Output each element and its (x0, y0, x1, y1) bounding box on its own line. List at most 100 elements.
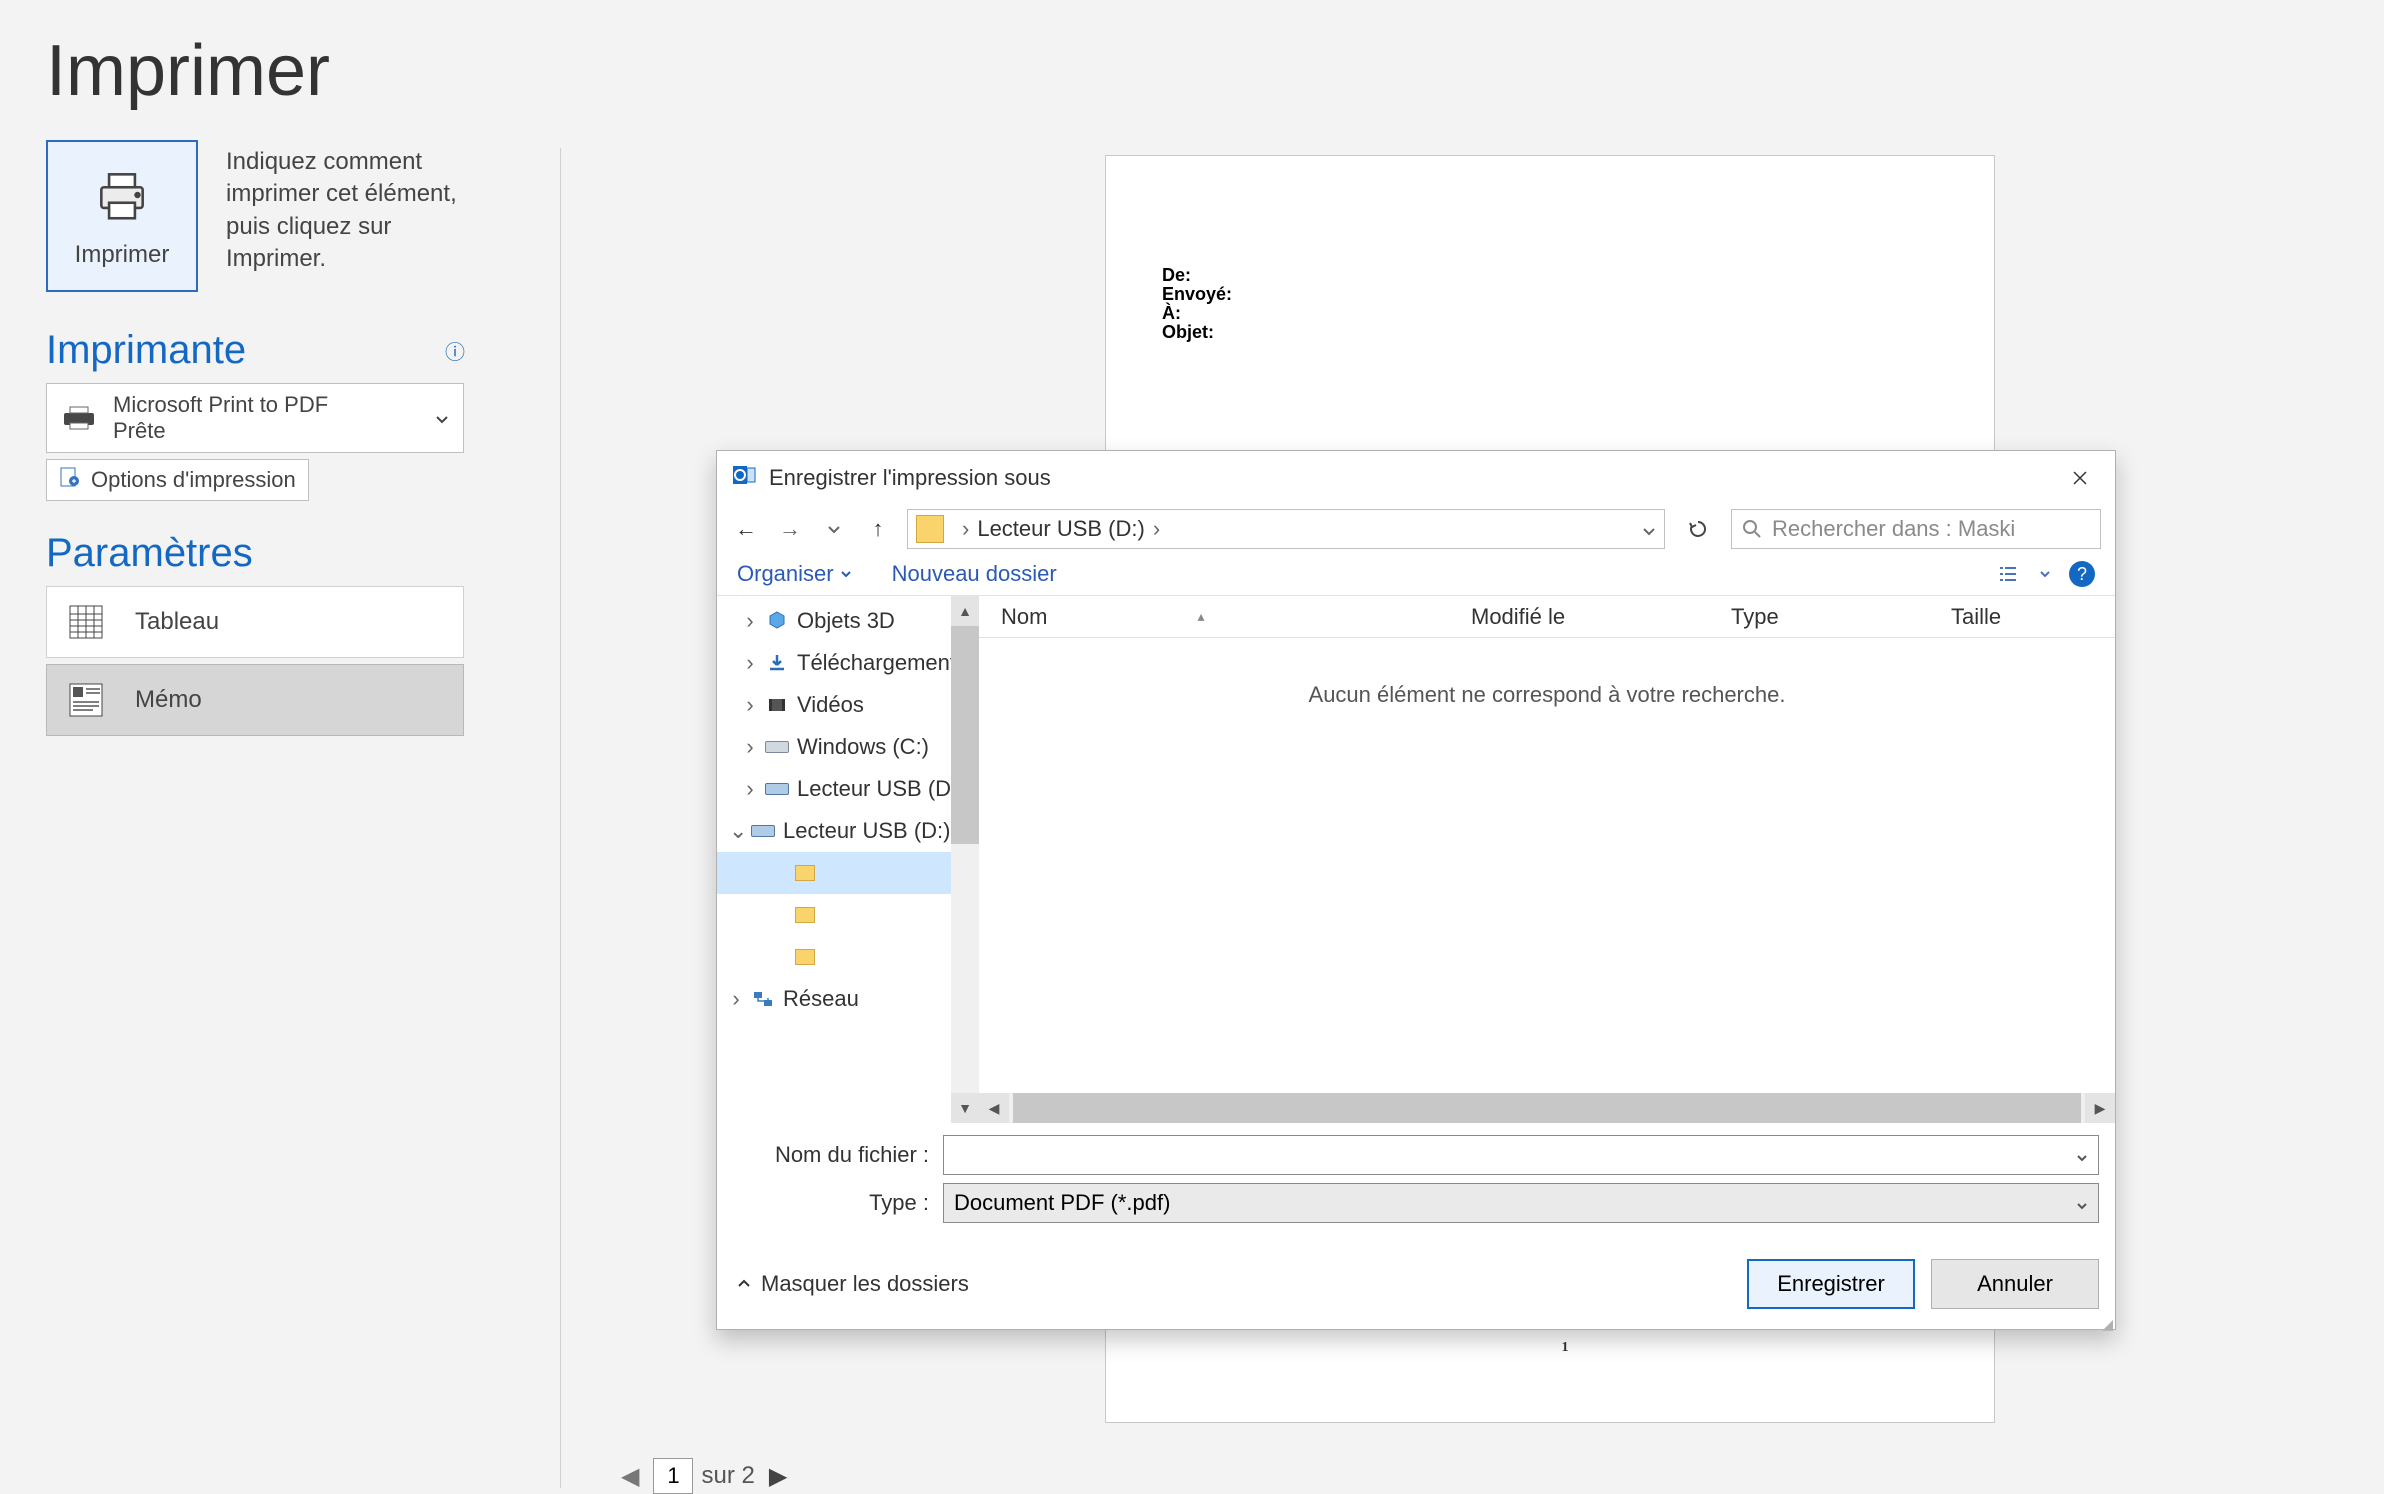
tree-expand-icon[interactable]: › (743, 650, 757, 676)
tree-expand-icon[interactable]: › (743, 776, 757, 802)
cancel-button[interactable]: Annuler (1931, 1259, 2099, 1309)
folder-icon (916, 515, 944, 543)
dropdown-arrow-icon (435, 412, 449, 430)
panel-separator (560, 148, 561, 1488)
tree-item[interactable]: › Lecteur USB (D:) (717, 768, 979, 810)
page-total-label: sur 2 (701, 1462, 754, 1490)
nav-back-button[interactable]: ← (731, 514, 761, 544)
tree-item[interactable] (717, 936, 979, 978)
help-button[interactable]: ? (2069, 561, 2095, 587)
settings-item-label: Tableau (135, 608, 219, 636)
tree-expand-icon[interactable]: › (743, 608, 757, 634)
scroll-left-button[interactable]: ◀ (979, 1093, 1009, 1123)
selected-printer-name: Microsoft Print to PDF (113, 392, 328, 418)
selected-printer-status: Prête (113, 418, 328, 444)
tree-expand-icon[interactable]: › (743, 734, 757, 760)
close-button[interactable] (2059, 461, 2101, 495)
tree-item[interactable]: › Téléchargements (717, 642, 979, 684)
preview-from-label: De: (1162, 266, 1968, 284)
empty-state-text: Aucun élément ne correspond à votre rech… (979, 682, 2115, 708)
next-page-button[interactable]: ▶ (763, 1462, 793, 1491)
tree-item[interactable]: › Vidéos (717, 684, 979, 726)
drive-icon (765, 735, 789, 759)
address-bar[interactable]: › Lecteur USB (D:) › (907, 509, 1665, 549)
usb-icon (751, 819, 775, 843)
scroll-thumb[interactable] (951, 626, 979, 844)
folder-tree[interactable]: ›Objets 3D›Téléchargements›Vidéos›Window… (717, 596, 979, 1123)
preview-subject-label: Objet: (1162, 323, 1968, 341)
nav-up-button[interactable]: ↑ (863, 514, 893, 544)
table-style-icon (65, 601, 107, 643)
tree-item[interactable]: ›Objets 3D (717, 600, 979, 642)
scroll-right-button[interactable]: ▶ (2085, 1093, 2115, 1123)
print-options-button[interactable]: Options d'impression (46, 459, 309, 501)
folder-icon (793, 861, 817, 885)
chevron-down-icon (2076, 1190, 2088, 1216)
tree-item[interactable] (717, 894, 979, 936)
dialog-title: Enregistrer l'impression sous (769, 465, 1051, 491)
printer-section-title: Imprimante (46, 328, 246, 373)
tree-expand-icon[interactable]: › (729, 986, 743, 1012)
filename-label: Nom du fichier : (733, 1142, 929, 1168)
print-button[interactable]: Imprimer (46, 140, 198, 292)
scroll-up-button[interactable]: ▲ (951, 596, 979, 626)
tree-item[interactable] (717, 852, 979, 894)
tree-item-label: Réseau (783, 986, 859, 1012)
sort-indicator-icon: ▴ (1197, 608, 1204, 625)
tree-expand-icon[interactable]: › (743, 692, 757, 718)
tree-scrollbar[interactable]: ▲ ▼ (951, 596, 979, 1123)
column-modified[interactable]: Modifié le (1449, 604, 1709, 630)
printer-selector[interactable]: Microsoft Print to PDF Prête (46, 383, 464, 453)
chevron-right-icon: › (1153, 516, 1160, 542)
view-options-button[interactable] (1995, 561, 2021, 587)
filename-input[interactable] (943, 1135, 2099, 1175)
3d-icon (765, 609, 789, 633)
tree-item[interactable]: › Windows (C:) (717, 726, 979, 768)
chevron-down-icon (840, 570, 852, 578)
scroll-down-button[interactable]: ▼ (951, 1093, 979, 1123)
refresh-button[interactable] (1679, 510, 1717, 548)
page-title: Imprimer (0, 0, 2384, 122)
tree-item-label: Windows (C:) (797, 734, 929, 760)
search-input[interactable]: Rechercher dans : Maski (1731, 509, 2101, 549)
chevron-down-icon[interactable] (2076, 1142, 2088, 1168)
save-button[interactable]: Enregistrer (1747, 1259, 1915, 1309)
settings-section-title: Paramètres (46, 531, 253, 576)
tree-item-label: Lecteur USB (D:) (797, 776, 965, 802)
info-icon[interactable]: ⓘ (444, 340, 466, 362)
organize-menu[interactable]: Organiser (737, 561, 852, 587)
printer-icon (91, 164, 153, 231)
tree-expand-icon[interactable]: ⌄ (729, 818, 743, 844)
nav-history-button[interactable] (819, 514, 849, 544)
hide-folders-toggle[interactable]: Masquer les dossiers (737, 1271, 969, 1297)
print-button-label: Imprimer (75, 241, 170, 269)
chevron-up-icon (737, 1279, 751, 1289)
chevron-right-icon: › (962, 516, 969, 542)
file-list-hscrollbar[interactable]: ◀ ▶ (979, 1093, 2115, 1123)
settings-item-memo[interactable]: Mémo (46, 664, 464, 736)
scroll-thumb[interactable] (1013, 1093, 2081, 1123)
chevron-down-icon[interactable] (1642, 516, 1656, 542)
video-icon (765, 693, 789, 717)
tree-item[interactable]: › Réseau (717, 978, 979, 1020)
filetype-select[interactable]: Document PDF (*.pdf) (943, 1183, 2099, 1223)
breadcrumb-current: Lecteur USB (D:) (977, 516, 1145, 542)
save-as-dialog: Enregistrer l'impression sous ← → ↑ › Le… (716, 450, 2116, 1330)
new-folder-button[interactable]: Nouveau dossier (892, 561, 1057, 587)
tree-item[interactable]: ⌄Lecteur USB (D:) (717, 810, 979, 852)
chevron-down-icon[interactable] (2039, 570, 2051, 578)
resize-grip[interactable]: ◢ (2102, 1321, 2113, 1327)
column-type[interactable]: Type (1709, 604, 1929, 630)
usb-icon (765, 777, 789, 801)
column-name[interactable]: Nom ▴ (979, 604, 1449, 630)
tree-item-label: Téléchargements (797, 650, 967, 676)
settings-item-tableau[interactable]: Tableau (46, 586, 464, 658)
folder-icon (793, 945, 817, 969)
network-icon (751, 987, 775, 1011)
prev-page-button[interactable]: ◀ (615, 1462, 645, 1491)
column-size[interactable]: Taille (1929, 604, 2115, 630)
download-icon (765, 651, 789, 675)
print-description: Indiquez comment imprimer cet élément, p… (226, 146, 486, 276)
tree-item-label: Vidéos (797, 692, 864, 718)
file-list-headers[interactable]: Nom ▴ Modifié le Type Taille (979, 596, 2115, 638)
